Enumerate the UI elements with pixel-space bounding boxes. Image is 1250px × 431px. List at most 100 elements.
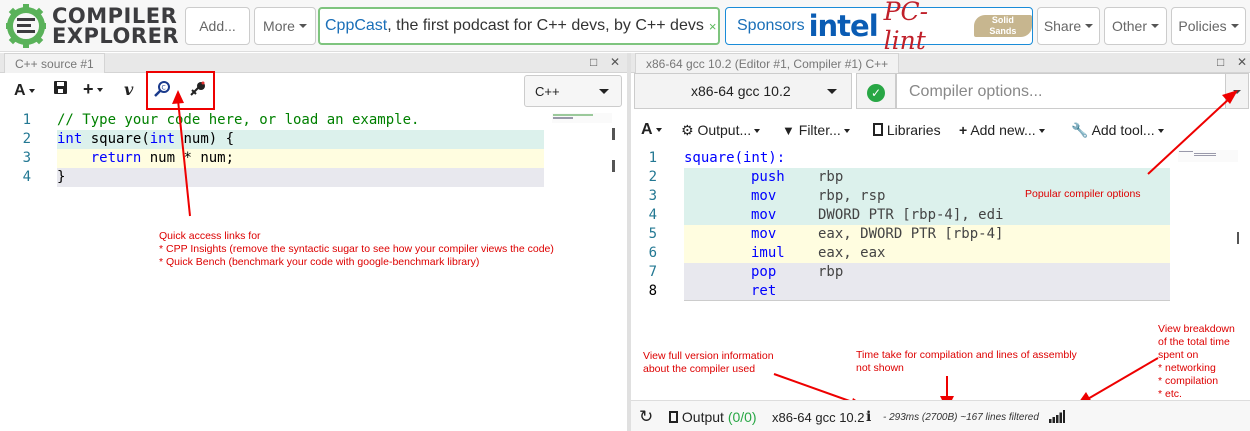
info-icon[interactable]: i [866,409,871,425]
close-icon[interactable]: ✕ [1237,55,1247,69]
scrollbar-mark[interactable] [612,160,615,172]
add-pane-icon[interactable]: + [83,80,103,98]
filter-icon: ▼ [782,123,795,138]
more-menu-label: More [263,18,295,34]
compiler-select-value: x86-64 gcc 10.2 [691,83,791,99]
cppcast-text: , the first podcast for C++ devs, by C++… [387,17,704,34]
compiler-select[interactable]: x86-64 gcc 10.2 [634,73,852,109]
caret-down-icon [1230,24,1239,28]
font-size-icon[interactable]: A [14,82,35,100]
plus-icon: + [959,122,968,138]
solid-sands-logo[interactable]: Solid Sands [973,15,1032,37]
filter-menu[interactable]: ▼ Filter... [782,122,850,138]
line-number: 8 [648,283,657,299]
close-icon[interactable]: × [709,19,717,34]
output-pane-button[interactable]: Output (0/0) [669,409,757,425]
add-new-menu[interactable]: + Add new... [959,122,1045,138]
scrollbar-mark[interactable] [1237,232,1250,244]
code-line-2: int square(int num) { [57,131,235,147]
add-menu-label: Add... [199,18,236,34]
other-menu-label: Other [1111,18,1147,34]
annotation-popular-options: Popular compiler options [1025,188,1141,200]
share-menu-button[interactable]: Share [1037,7,1100,45]
language-select[interactable]: C++ [524,75,622,107]
code-line-3: return num * num; [90,150,235,166]
sponsors-label: Sponsors [737,17,805,34]
tab-cpp-source[interactable]: C++ source #1 [4,53,105,73]
annotation-arrow [172,90,191,217]
sponsors-banner[interactable]: Sponsors intel PC-lint Solid Sands [725,0,1033,55]
code-line-1: // Type your code here, or load an examp… [57,112,420,128]
logo-line-1: COMPILER [52,4,178,28]
cppcast-banner[interactable]: CppCast , the first podcast for C++ devs… [318,7,720,45]
asm-instruction: imul [751,245,785,261]
line-number: 1 [648,150,657,166]
asm-operands: rbp, rsp [818,188,886,204]
asm-instruction: ret [751,283,777,299]
line-number: 4 [22,169,31,185]
libraries-button[interactable]: Libraries [873,122,941,138]
annotation-breakdown: View breakdown of the total time spent o… [1158,323,1235,400]
file-icon [669,411,678,423]
pclint-logo[interactable]: PC-lint [884,0,968,55]
output-menu[interactable]: ⚙ Output... [681,122,761,139]
language-select-value: C++ [535,84,560,99]
asm-operands: rbp [818,264,844,280]
asm-operands: rbp [818,169,844,185]
status-compiler-name: x86-64 gcc 10.2 [772,410,865,425]
add-new-label: Add new... [970,122,1036,138]
scrollbar-mark[interactable] [612,128,615,140]
close-icon[interactable]: ✕ [610,55,620,69]
other-menu-button[interactable]: Other [1104,7,1167,45]
cppcast-link[interactable]: CppCast [325,17,387,35]
line-highlight-4 [57,168,544,187]
output-menu-label: Output... [697,122,752,138]
maximize-icon[interactable]: □ [1217,55,1224,69]
line-number: 5 [648,226,657,242]
add-menu-button[interactable]: Add... [185,7,250,45]
line-number: 2 [22,131,31,147]
font-size-icon[interactable]: A [641,121,662,139]
logo-gear-icon [6,4,46,48]
output-counts: (0/0) [727,409,757,425]
asm-operands: DWORD PTR [rbp-4], edi [818,207,1004,223]
editor-minimap[interactable] [552,113,612,123]
compiler-explorer-logo[interactable]: COMPILER EXPLORER [6,4,180,48]
policies-menu-label: Policies [1178,18,1227,34]
line-number: 3 [648,188,657,204]
gear-icon: ⚙ [681,122,694,138]
annotation-arrow [1147,90,1238,175]
recompile-icon[interactable]: ↻ [639,407,653,427]
editor-tabbar: C++ source #1 □ ✕ [0,53,627,73]
pane-divider[interactable] [627,53,631,431]
caret-down-icon [298,24,307,28]
chevron-down-icon [599,89,609,94]
asm-instruction: mov [751,207,777,223]
vim-mode-icon[interactable]: v [124,80,133,99]
signal-bars-icon[interactable] [1049,410,1065,426]
wrench-icon: 🔧 [1071,122,1089,138]
code-line-4: } [57,169,66,185]
maximize-icon[interactable]: □ [590,55,597,69]
asm-instruction: mov [751,226,777,242]
annotation-quick-access: Quick access links for * CPP Insights (r… [159,230,554,268]
compiler-statusbar: ↻ Output (0/0) x86-64 gcc 10.2 i - 293ms… [631,400,1250,431]
line-number: 6 [648,245,657,261]
tab-compiler[interactable]: x86-64 gcc 10.2 (Editor #1, Compiler #1)… [635,53,900,73]
compile-status-indicator[interactable]: ✓ [856,73,896,109]
compiler-tabbar: x86-64 gcc 10.2 (Editor #1, Compiler #1)… [631,53,1250,73]
asm-instruction: mov [751,188,777,204]
more-menu-button[interactable]: More [254,7,316,45]
save-icon[interactable] [53,80,68,100]
caret-down-icon [1085,24,1094,28]
asm-instruction: push [751,169,785,185]
logo-line-2: EXPLORER [52,24,180,48]
annotation-version-info: View full version information about the … [643,350,774,375]
line-number: 3 [22,150,31,166]
asm-instruction: pop [751,264,777,280]
intel-logo[interactable]: intel [809,9,879,43]
policies-menu-button[interactable]: Policies [1171,7,1246,45]
asm-operands: eax, eax [818,245,886,261]
compilation-timing: - 293ms (2700B) ~167 lines filtered [883,412,1039,423]
filter-menu-label: Filter... [798,122,841,138]
